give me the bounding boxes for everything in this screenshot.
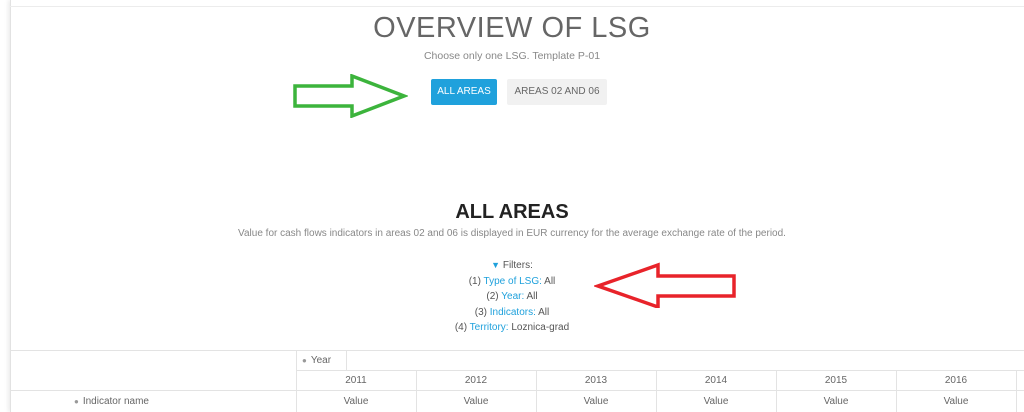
- value-cell: Value: [823, 396, 849, 407]
- filter-indicators-value: All: [538, 306, 550, 318]
- filter-indicators: (3) Indicators: All: [0, 305, 1024, 321]
- filters-panel: ▼ Filters: (1) Type of LSG: All (2) Year…: [0, 258, 1024, 336]
- funnel-icon: ▼: [491, 260, 501, 270]
- year-column-header: 2012: [464, 375, 488, 386]
- filter-number: (2): [486, 291, 499, 302]
- value-cell: Value: [583, 396, 609, 407]
- year-header-label: Year: [310, 355, 332, 366]
- year-header[interactable]: ● Year: [302, 355, 331, 366]
- filter-year-value: All: [526, 291, 538, 302]
- filter-type-of-lsg: (1) Type of LSG: All: [0, 274, 1024, 290]
- filter-year-link[interactable]: Year:: [501, 291, 524, 302]
- filters-heading: ▼ Filters:: [0, 258, 1024, 274]
- filter-territory-link[interactable]: Territory:: [470, 322, 509, 333]
- value-cell: Value: [343, 396, 369, 407]
- top-border: [10, 6, 1024, 7]
- filter-indicators-link[interactable]: Indicators:: [490, 307, 536, 318]
- tab-all-areas[interactable]: ALL AREAS: [431, 79, 497, 105]
- value-cell: Value: [703, 396, 729, 407]
- filter-number: (1): [468, 275, 481, 287]
- table-border: [296, 370, 1024, 371]
- table-border: [346, 350, 347, 370]
- tab-areas-02-and-06[interactable]: AREAS 02 AND 06: [507, 79, 607, 105]
- arrow-right-green-icon: [293, 74, 408, 118]
- filter-number: (4): [454, 322, 468, 333]
- year-column-header: 2015: [824, 375, 848, 386]
- table-border: [10, 390, 1024, 391]
- year-column-header: 2014: [704, 375, 728, 386]
- bullet-icon: ●: [74, 397, 79, 406]
- table-border: [10, 350, 1024, 351]
- section-title: ALL AREAS: [455, 201, 569, 223]
- value-cell: Value: [463, 396, 489, 407]
- year-column-header: 2013: [584, 375, 608, 386]
- filter-territory: (4) Territory: Loznica-grad: [0, 320, 1024, 336]
- filters-heading-label: Filters:: [502, 260, 533, 271]
- filter-year: (2) Year: All: [0, 289, 1024, 305]
- bullet-icon: ●: [302, 356, 307, 365]
- year-column-header: 2016: [944, 375, 968, 386]
- filter-number: (3): [474, 306, 487, 318]
- indicator-name-header[interactable]: ● Indicator name: [74, 396, 149, 407]
- arrow-left-red-icon: [594, 262, 736, 308]
- page-subtitle: Choose only one LSG. Template P-01: [423, 50, 601, 62]
- indicator-name-label: Indicator name: [82, 396, 149, 407]
- filter-type-of-lsg-link[interactable]: Type of LSG:: [484, 276, 542, 287]
- filter-type-of-lsg-value: All: [544, 275, 556, 287]
- filter-territory-value: Loznica-grad: [511, 322, 570, 333]
- year-column-header: 2011: [345, 375, 367, 386]
- table-border: [1016, 370, 1017, 412]
- data-table: ● Year ● Indicator name 2011 2012 2013 201…: [10, 350, 1024, 412]
- value-cell: Value: [943, 396, 969, 407]
- page-title: OVERVIEW OF LSG: [373, 12, 651, 44]
- section-description: Value for cash flows indicators in areas…: [238, 228, 786, 239]
